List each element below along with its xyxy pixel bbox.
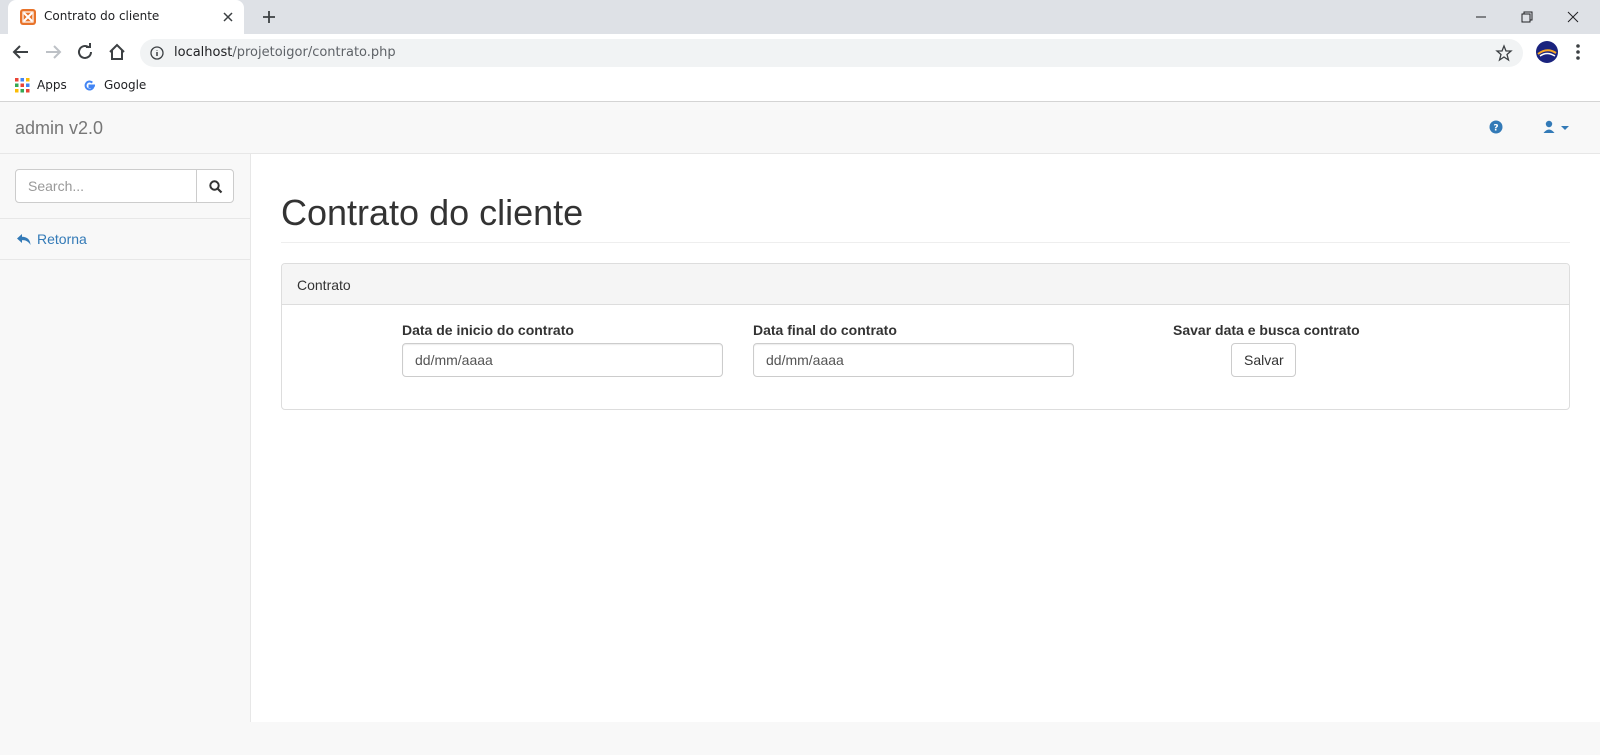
question-circle-icon[interactable]: ? (1489, 120, 1503, 134)
search-icon (209, 180, 223, 194)
save-button[interactable]: Salvar (1231, 343, 1296, 377)
search-input[interactable] (15, 169, 197, 203)
back-icon[interactable] (9, 40, 33, 64)
bookmark-label: Google (104, 78, 147, 92)
forward-icon[interactable] (41, 40, 65, 64)
url-text: localhost/projetoigor/contrato.php (174, 45, 396, 60)
panel-heading-label: Contrato (297, 277, 351, 293)
restore-icon[interactable] (1516, 6, 1538, 28)
brand[interactable]: admin v2.0 (15, 118, 103, 139)
svg-text:?: ? (1493, 124, 1498, 134)
close-window-icon[interactable] (1562, 6, 1584, 28)
sidebar-item-label: Retorna (37, 231, 87, 247)
apps-grid-icon (15, 78, 30, 93)
search-button[interactable] (196, 169, 234, 203)
url-path: /projetoigor/contrato.php (232, 45, 396, 60)
sidebar-search (0, 154, 250, 219)
user-icon (1543, 120, 1569, 133)
new-tab-icon[interactable] (260, 8, 278, 26)
start-date-label: Data de inicio do contrato (402, 322, 574, 338)
end-date-input[interactable] (753, 343, 1074, 377)
app-navbar: admin v2.0 ? (0, 102, 1600, 154)
browser-tab-bar: Contrato do cliente (0, 0, 1600, 34)
url-host: localhost (174, 45, 233, 60)
tab-close-icon[interactable] (220, 9, 236, 25)
browser-menu-icon[interactable] (1574, 42, 1582, 62)
reply-icon (17, 233, 31, 245)
tab-title: Contrato do cliente (44, 9, 160, 23)
page-title: Contrato do cliente (281, 192, 584, 233)
bookmark-star-icon[interactable] (1495, 44, 1513, 62)
contract-panel: Contrato Data de inicio do contrato Data… (281, 263, 1570, 410)
minimize-icon[interactable] (1470, 6, 1492, 28)
page-content: Contrato do cliente Contrato Data de ini… (251, 154, 1600, 722)
user-menu-dropdown[interactable] (1543, 120, 1573, 136)
google-icon (82, 78, 97, 93)
page-bottom-strip (0, 722, 1600, 755)
info-icon[interactable] (150, 46, 164, 60)
home-icon[interactable] (105, 40, 129, 64)
browser-tab[interactable]: Contrato do cliente (8, 0, 244, 34)
title-divider (281, 242, 1570, 243)
xampp-favicon-icon (20, 9, 36, 25)
bookmarks-bar: Apps Google (0, 70, 1600, 102)
sidebar-item-retorna[interactable]: Retorna (0, 219, 250, 260)
panel-heading: Contrato (282, 264, 1569, 305)
profile-avatar-icon[interactable] (1536, 41, 1558, 63)
reload-icon[interactable] (73, 40, 97, 64)
bookmark-label: Apps (37, 78, 67, 92)
save-action-label: Savar data e busca contrato (1173, 322, 1360, 338)
address-bar[interactable]: localhost/projetoigor/contrato.php (140, 39, 1523, 67)
browser-toolbar: localhost/projetoigor/contrato.php (0, 34, 1600, 70)
start-date-input[interactable] (402, 343, 723, 377)
end-date-label: Data final do contrato (753, 322, 897, 338)
sidebar: Retorna (0, 154, 251, 722)
